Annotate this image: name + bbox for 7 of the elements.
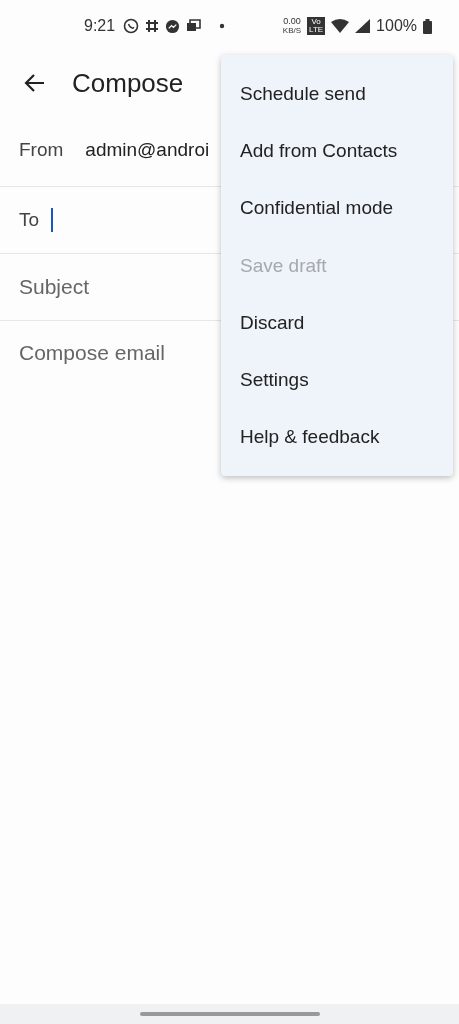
network-speed: 0.00 KB/S [282, 17, 302, 35]
to-label: To [19, 209, 40, 231]
battery-level: 100% [376, 17, 417, 35]
status-time: 9:21 [84, 17, 116, 35]
volte-badge: Vo LTE [307, 17, 326, 35]
compose-title: Compose [72, 67, 184, 99]
from-label: From [19, 139, 64, 161]
